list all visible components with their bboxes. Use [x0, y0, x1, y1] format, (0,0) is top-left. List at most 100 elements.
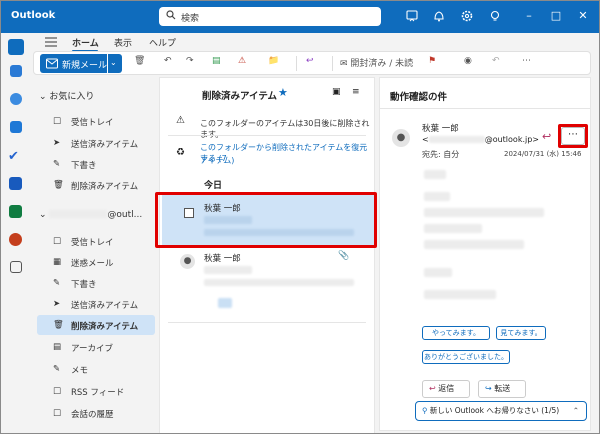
folder-label: 受信トレイ — [71, 238, 114, 248]
folder-icon: □ — [53, 408, 62, 418]
read-unread-icon: ✉ — [340, 59, 348, 69]
reply-icon[interactable]: ↩ — [542, 130, 551, 143]
report-icon[interactable]: ⚠ — [238, 56, 246, 71]
avatar: ● — [180, 254, 195, 269]
whiteboard-icon[interactable] — [405, 9, 419, 23]
people-icon[interactable] — [10, 93, 22, 105]
restore-link[interactable]: ♻ このフォルダーから削除されたアイテムを復元する (7 アイテム) — [160, 140, 374, 170]
folder-deleted[interactable]: 🗑 削除済みアイテム — [37, 315, 155, 335]
excel-icon[interactable] — [9, 205, 22, 218]
favorites-header[interactable]: ⌄ お気に入り — [39, 89, 94, 102]
powerpoint-icon[interactable] — [9, 233, 22, 246]
chevron-up-icon[interactable]: ⌃ — [573, 402, 579, 420]
folder-inbox[interactable]: □ 受信トレイ — [37, 231, 155, 251]
folder-label: RSS フィード — [71, 388, 125, 398]
banner-text: 新しい Outlook へお帰りなさい (1/5) — [429, 406, 560, 415]
quick-reply-chip[interactable]: やってみます。 — [422, 326, 490, 340]
folder-pane: ⌄ お気に入り □ 受信トレイ ➤ 送信済みアイテム ✎ 下書き 🗑 削除済みアイテム … — [31, 77, 155, 433]
quick-reply-chip[interactable]: ありがとうございました。 — [422, 350, 510, 364]
sender-address: < @outlook.jp> — [422, 135, 539, 144]
redacted-body — [424, 268, 452, 277]
flag-icon[interactable]: ⚑ — [428, 56, 436, 71]
envelope-icon — [46, 58, 58, 69]
folder-sent[interactable]: ➤ 送信済みアイテム — [37, 294, 155, 314]
folder-favorites-inbox[interactable]: □ 受信トレイ — [37, 111, 155, 131]
tab-view[interactable]: 表示 — [114, 36, 132, 49]
folder-favorites-deleted[interactable]: 🗑 削除済みアイテム — [37, 175, 155, 195]
tab-home[interactable]: ホーム — [72, 36, 99, 49]
star-icon[interactable]: ★ — [278, 86, 288, 99]
retention-text: このフォルダーのアイテムは30日後に削除されます。 — [200, 119, 370, 139]
message-list: 削除済みアイテム ★ ▣ ≡ ⚠ このフォルダーのアイテムは30日後に削除されま… — [155, 77, 377, 433]
lightbulb-icon: ⚲ — [422, 406, 428, 415]
tab-help[interactable]: ヘルプ — [149, 36, 176, 49]
list-item[interactable]: ● 秋葉 一郎 📎 — [162, 248, 374, 320]
redacted-address — [428, 136, 485, 143]
redacted-subject — [204, 266, 252, 274]
list-header: 削除済みアイテム ★ ▣ ≡ — [160, 78, 374, 108]
move-icon[interactable]: 📁 — [268, 56, 279, 71]
toolbar-divider — [296, 56, 297, 71]
account-header[interactable]: ⌄ @outl... — [39, 209, 142, 220]
group-today: 今日 — [204, 181, 223, 191]
archive-icon[interactable]: ▤ — [212, 56, 221, 71]
reading-pane: 動作確認の件 ● 秋葉 一郎 < @outlook.jp> 宛先: 自分 2024… — [379, 77, 591, 431]
delete-icon[interactable]: 🗑 — [134, 56, 145, 71]
close-button[interactable]: ✕ — [575, 8, 591, 24]
redacted-body — [424, 224, 482, 233]
search-placeholder: 検索 — [181, 14, 200, 24]
read-unread-button[interactable]: ✉ 開封済み / 未読 — [340, 56, 413, 71]
folder-label: 受信トレイ — [71, 118, 114, 128]
folder-label: 下書き — [71, 280, 97, 290]
avatar: ● — [392, 129, 410, 147]
pencil-icon: ✎ — [53, 278, 61, 288]
highlight-box — [155, 192, 377, 248]
mail-app-icon[interactable] — [8, 39, 24, 55]
maximize-button[interactable]: □ — [548, 8, 564, 24]
welcome-back-banner[interactable]: ⚲ 新しい Outlook へお帰りなさい (1/5) ⌃ — [415, 401, 587, 421]
folder-junk[interactable]: ▦ 迷惑メール — [37, 252, 155, 272]
folder-archive[interactable]: ▤ アーカイブ — [37, 337, 155, 357]
undo-icon[interactable]: ↶ — [164, 56, 172, 71]
filter-icon[interactable]: ≡ — [352, 87, 360, 97]
folder-label: 送信済みアイテム — [71, 140, 139, 150]
reply-all-icon[interactable]: ↩ — [306, 56, 314, 71]
folder-favorites-sent[interactable]: ➤ 送信済みアイテム — [37, 133, 155, 153]
chevron-down-icon[interactable]: ⌄ — [110, 58, 117, 67]
divider — [168, 135, 366, 136]
address-suffix: @outlook.jp> — [484, 135, 539, 144]
folder-favorites-drafts[interactable]: ✎ 下書き — [37, 154, 155, 174]
minimize-button[interactable]: – — [521, 8, 537, 24]
apps-icon[interactable] — [10, 261, 22, 273]
inbox-icon: □ — [53, 236, 62, 246]
hamburger-icon[interactable] — [45, 37, 57, 47]
more-options-icon[interactable]: ⋯ — [522, 56, 531, 71]
redo-icon[interactable]: ↷ — [186, 56, 194, 71]
received-date: 2024/07/31 (水) 15:46 — [504, 150, 582, 158]
calendar-icon[interactable] — [10, 65, 22, 77]
todo-icon[interactable]: ✔ — [8, 149, 24, 165]
groups-icon[interactable] — [10, 121, 22, 133]
folder-label: メモ — [71, 366, 89, 376]
search-box[interactable]: 検索 — [159, 7, 381, 26]
folder-drafts[interactable]: ✎ 下書き — [37, 273, 155, 293]
folder-conversation-history[interactable]: □ 会話の履歴 — [37, 403, 155, 423]
new-mail-button[interactable]: 新規メール ⌄ — [40, 54, 122, 73]
bell-icon[interactable] — [432, 9, 446, 23]
redacted-preview — [204, 279, 354, 286]
select-icon[interactable]: ▣ — [332, 87, 341, 97]
word-icon[interactable] — [9, 177, 22, 190]
folder-label: 送信済みアイテム — [71, 301, 139, 311]
undo-send-icon[interactable]: ↶ — [492, 56, 500, 71]
gear-icon[interactable] — [460, 9, 474, 23]
lightbulb-icon[interactable] — [488, 9, 502, 23]
folder-notes[interactable]: ✎ メモ — [37, 359, 155, 379]
folder-rss[interactable]: □ RSS フィード — [37, 381, 155, 401]
quick-reply-chip[interactable]: 見てみます。 — [496, 326, 546, 340]
groups-action-icon[interactable]: ◉ — [464, 56, 472, 71]
ribbon-toolbar: 新規メール ⌄ 🗑 ↶ ↷ ▤ ⚠ 📁 ↩ ✉ 開封済み / 未読 ⚑ ◉ ↶ … — [33, 51, 591, 75]
reply-button[interactable]: ↩ 返信 — [422, 380, 470, 398]
address-prefix: < — [422, 135, 429, 144]
forward-button[interactable]: ↪ 転送 — [478, 380, 526, 398]
warning-icon: ⚠ — [176, 115, 185, 126]
